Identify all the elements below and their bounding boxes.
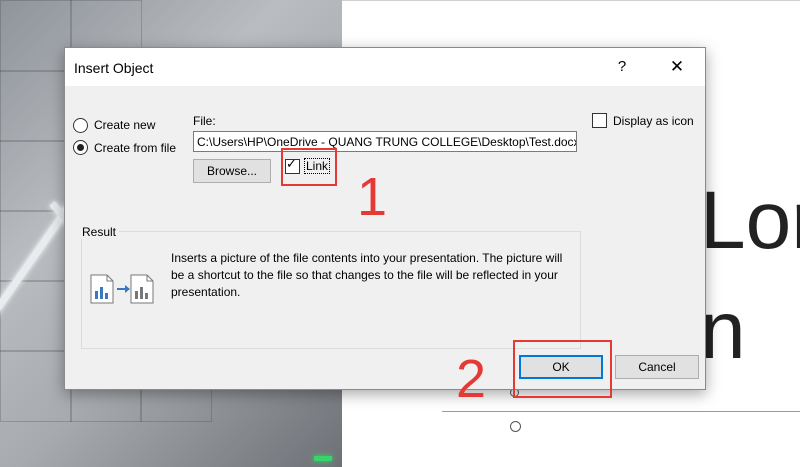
annotation-box-ok — [513, 340, 612, 398]
create-new-label[interactable]: Create new — [94, 118, 155, 132]
annotation-box-link — [281, 148, 337, 186]
display-as-icon-checkbox[interactable] — [592, 113, 607, 128]
result-description: Inserts a picture of the file contents i… — [171, 251, 563, 299]
display-as-icon-label[interactable]: Display as icon — [613, 114, 694, 128]
cancel-button[interactable]: Cancel — [615, 355, 699, 379]
file-link-to-file-icon — [89, 273, 157, 305]
annotation-step-1: 1 — [357, 167, 388, 227]
file-path-input[interactable]: C:\Users\HP\OneDrive - QUANG TRUNG COLLE… — [193, 131, 577, 152]
rotate-handle[interactable] — [510, 421, 521, 432]
create-from-file-label[interactable]: Create from file — [94, 141, 176, 155]
result-title: Result — [79, 225, 120, 239]
dialog-titlebar[interactable]: Insert Object ? ✕ — [65, 48, 705, 86]
slide-placeholder-line — [442, 411, 800, 412]
create-new-radio[interactable] — [73, 118, 88, 133]
slide-title-text: Lor — [700, 175, 800, 266]
annotation-step-2: 2 — [456, 349, 487, 409]
file-label: File: — [193, 114, 216, 128]
dialog-title: Insert Object — [74, 60, 154, 76]
help-button[interactable]: ? — [608, 54, 636, 80]
close-button[interactable]: ✕ — [663, 54, 691, 80]
slide-border — [342, 0, 800, 1]
browse-button[interactable]: Browse... — [193, 159, 271, 183]
slide-body-text: n — [700, 285, 746, 376]
create-from-file-radio[interactable] — [73, 140, 88, 155]
